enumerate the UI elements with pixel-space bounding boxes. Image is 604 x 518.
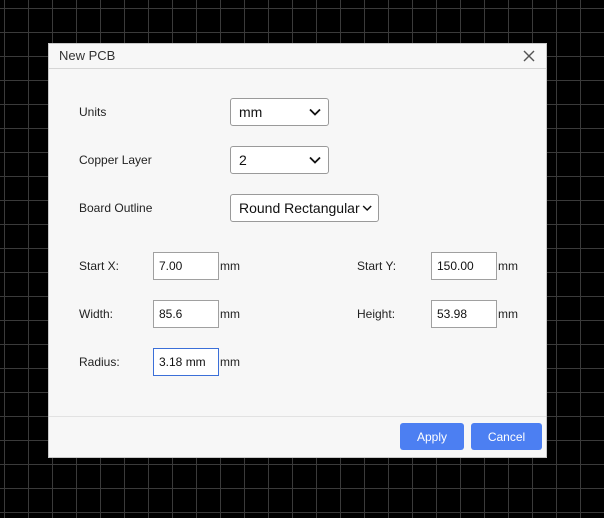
width-input[interactable] [153, 300, 219, 328]
start-y-label: Start Y: [357, 259, 397, 273]
start-x-unit: mm [220, 259, 240, 273]
copper-layer-select-value: 2 [239, 152, 247, 168]
width-label: Width: [79, 307, 114, 321]
copper-layer-label: Copper Layer [79, 153, 152, 167]
cancel-button[interactable]: Cancel [471, 423, 542, 450]
units-label: Units [79, 105, 107, 119]
board-outline-select-value: Round Rectangular [239, 200, 360, 216]
radius-unit: mm [220, 355, 240, 369]
radius-input[interactable] [153, 348, 219, 376]
board-outline-label: Board Outline [79, 201, 153, 215]
dialog-titlebar: New PCB [49, 44, 546, 69]
height-input[interactable] [431, 300, 497, 328]
chevron-down-icon [362, 205, 372, 212]
start-y-unit: mm [498, 259, 518, 273]
dialog-title: New PCB [59, 48, 116, 63]
radius-label: Radius: [79, 355, 120, 369]
start-y-input[interactable] [431, 252, 497, 280]
copper-layer-select[interactable]: 2 [230, 146, 329, 174]
height-label: Height: [357, 307, 396, 321]
units-select[interactable]: mm [230, 98, 329, 126]
footer-divider [49, 416, 546, 417]
chevron-down-icon [309, 108, 321, 116]
board-outline-select[interactable]: Round Rectangular [230, 194, 379, 222]
close-icon[interactable] [520, 47, 538, 65]
start-x-input[interactable] [153, 252, 219, 280]
units-select-value: mm [239, 104, 263, 120]
chevron-down-icon [309, 156, 321, 164]
height-unit: mm [498, 307, 518, 321]
apply-button[interactable]: Apply [400, 423, 464, 450]
new-pcb-dialog: New PCB Units mm Copper Layer 2 Board Ou… [48, 43, 547, 458]
width-unit: mm [220, 307, 240, 321]
start-x-label: Start X: [79, 259, 120, 273]
